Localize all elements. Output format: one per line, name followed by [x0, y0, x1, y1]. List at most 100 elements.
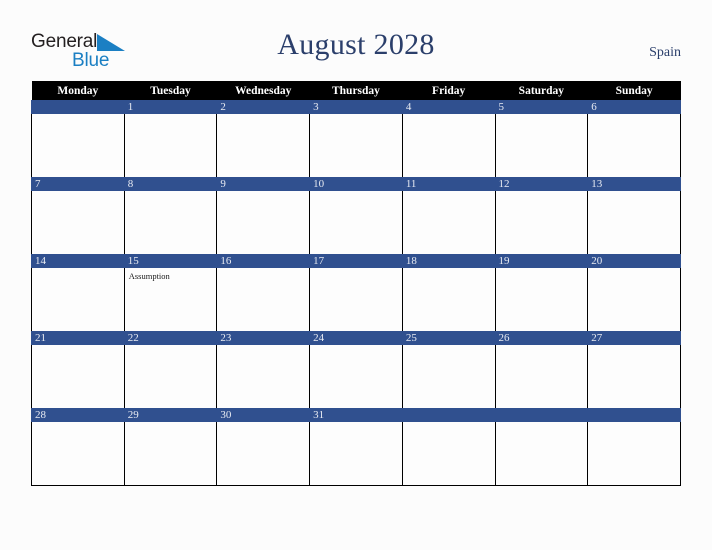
calendar-day-cell[interactable]: 5: [494, 100, 589, 177]
calendar-day-cell[interactable]: 6: [587, 100, 681, 177]
day-number: [494, 408, 589, 422]
day-number: 18: [401, 254, 496, 268]
day-cell-content: 24: [309, 331, 403, 408]
calendar-day-cell[interactable]: 29: [123, 408, 218, 486]
day-events: [310, 114, 402, 117]
calendar-day-cell[interactable]: [587, 408, 681, 486]
day-cell-content: 31: [309, 408, 403, 485]
day-number: 31: [309, 408, 403, 422]
calendar-day-cell[interactable]: 31: [309, 408, 403, 486]
day-number: 30: [216, 408, 311, 422]
calendar-day-cell[interactable]: 2: [216, 100, 311, 177]
weekday-header-sunday: Sunday: [587, 81, 681, 100]
day-events: [310, 268, 402, 271]
day-cell-content: 2: [216, 100, 311, 177]
day-cell-content: 16: [216, 254, 311, 331]
calendar-day-cell[interactable]: 21: [31, 331, 125, 408]
weekday-header-monday: Monday: [31, 81, 125, 100]
day-cell-content: [587, 408, 681, 485]
day-number: 28: [31, 408, 125, 422]
day-events: [496, 422, 588, 425]
day-events: [217, 422, 309, 425]
calendar-day-cell[interactable]: 12: [494, 177, 589, 254]
calendar-day-cell[interactable]: 11: [401, 177, 496, 254]
day-events: [588, 268, 680, 271]
calendar-day-cell[interactable]: 22: [123, 331, 218, 408]
page-title: August 2028: [277, 28, 435, 61]
day-events: [403, 191, 495, 194]
holiday-event: Assumption: [128, 271, 170, 281]
day-events: [588, 345, 680, 348]
day-cell-content: 4: [401, 100, 496, 177]
day-cell-content: 7: [31, 177, 125, 254]
calendar-day-cell[interactable]: 23: [216, 331, 311, 408]
calendar-day-cell[interactable]: 15 Assumption: [123, 254, 218, 331]
calendar-day-cell[interactable]: 27: [587, 331, 681, 408]
calendar-day-cell[interactable]: 7: [31, 177, 125, 254]
calendar-day-cell[interactable]: 3: [309, 100, 403, 177]
calendar-day-cell[interactable]: 8: [123, 177, 218, 254]
weekday-header-friday: Friday: [402, 81, 496, 100]
day-number: 26: [494, 331, 589, 345]
calendar-day-cell[interactable]: [31, 100, 125, 177]
calendar-day-cell[interactable]: 20: [587, 254, 681, 331]
calendar-day-cell[interactable]: 9: [216, 177, 311, 254]
day-number: [31, 100, 125, 114]
day-events: [32, 268, 124, 271]
calendar-header-row: Monday Tuesday Wednesday Thursday Friday…: [31, 81, 681, 100]
page-header: General Blue August 2028 Spain: [0, 0, 712, 80]
day-events: [588, 114, 680, 117]
calendar-day-cell[interactable]: [401, 408, 496, 486]
calendar-day-cell[interactable]: 14: [31, 254, 125, 331]
day-cell-content: 5: [494, 100, 589, 177]
day-cell-content: 20: [587, 254, 681, 331]
calendar-day-cell[interactable]: 17: [309, 254, 403, 331]
calendar-day-cell[interactable]: 13: [587, 177, 681, 254]
calendar-day-cell[interactable]: [494, 408, 589, 486]
weekday-header-saturday: Saturday: [495, 81, 588, 100]
day-cell-content: 10: [309, 177, 403, 254]
calendar-day-cell[interactable]: 26: [494, 331, 589, 408]
day-cell-content: 29: [123, 408, 218, 485]
day-cell-content: [401, 408, 496, 485]
day-events: [32, 422, 124, 425]
day-cell-content: 27: [587, 331, 681, 408]
calendar-day-cell[interactable]: 10: [309, 177, 403, 254]
day-events: [125, 114, 217, 117]
day-number: 11: [401, 177, 496, 191]
calendar-day-cell[interactable]: 24: [309, 331, 403, 408]
day-events: [588, 191, 680, 194]
calendar-day-cell[interactable]: 18: [401, 254, 496, 331]
day-events: [403, 114, 495, 117]
calendar-day-cell[interactable]: 1: [123, 100, 218, 177]
day-events: [403, 268, 495, 271]
country-label: Spain: [649, 45, 681, 60]
calendar-week-row: 7 8 9 10 11 12 13: [31, 177, 681, 254]
day-events: [217, 345, 309, 348]
day-cell-content: 1: [123, 100, 218, 177]
day-number: 23: [216, 331, 311, 345]
day-number: 2: [216, 100, 311, 114]
day-events: [310, 422, 402, 425]
calendar-day-cell[interactable]: 4: [401, 100, 496, 177]
day-cell-content: [494, 408, 589, 485]
day-number: 15: [123, 254, 218, 268]
day-cell-content: 8: [123, 177, 218, 254]
day-number: 10: [309, 177, 403, 191]
day-events: [496, 191, 588, 194]
calendar-day-cell[interactable]: 28: [31, 408, 125, 486]
day-number: 3: [309, 100, 403, 114]
day-cell-content: 13: [587, 177, 681, 254]
calendar-day-cell[interactable]: 19: [494, 254, 589, 331]
day-cell-content: 3: [309, 100, 403, 177]
calendar-day-cell[interactable]: 16: [216, 254, 311, 331]
day-number: 12: [494, 177, 589, 191]
day-number: 20: [587, 254, 681, 268]
day-events: [32, 345, 124, 348]
day-number: 5: [494, 100, 589, 114]
calendar-day-cell[interactable]: 30: [216, 408, 311, 486]
calendar-day-cell[interactable]: 25: [401, 331, 496, 408]
day-cell-content: 28: [31, 408, 125, 485]
day-events: [217, 191, 309, 194]
calendar-week-row: 21 22 23 24 25 26 27: [31, 331, 681, 408]
